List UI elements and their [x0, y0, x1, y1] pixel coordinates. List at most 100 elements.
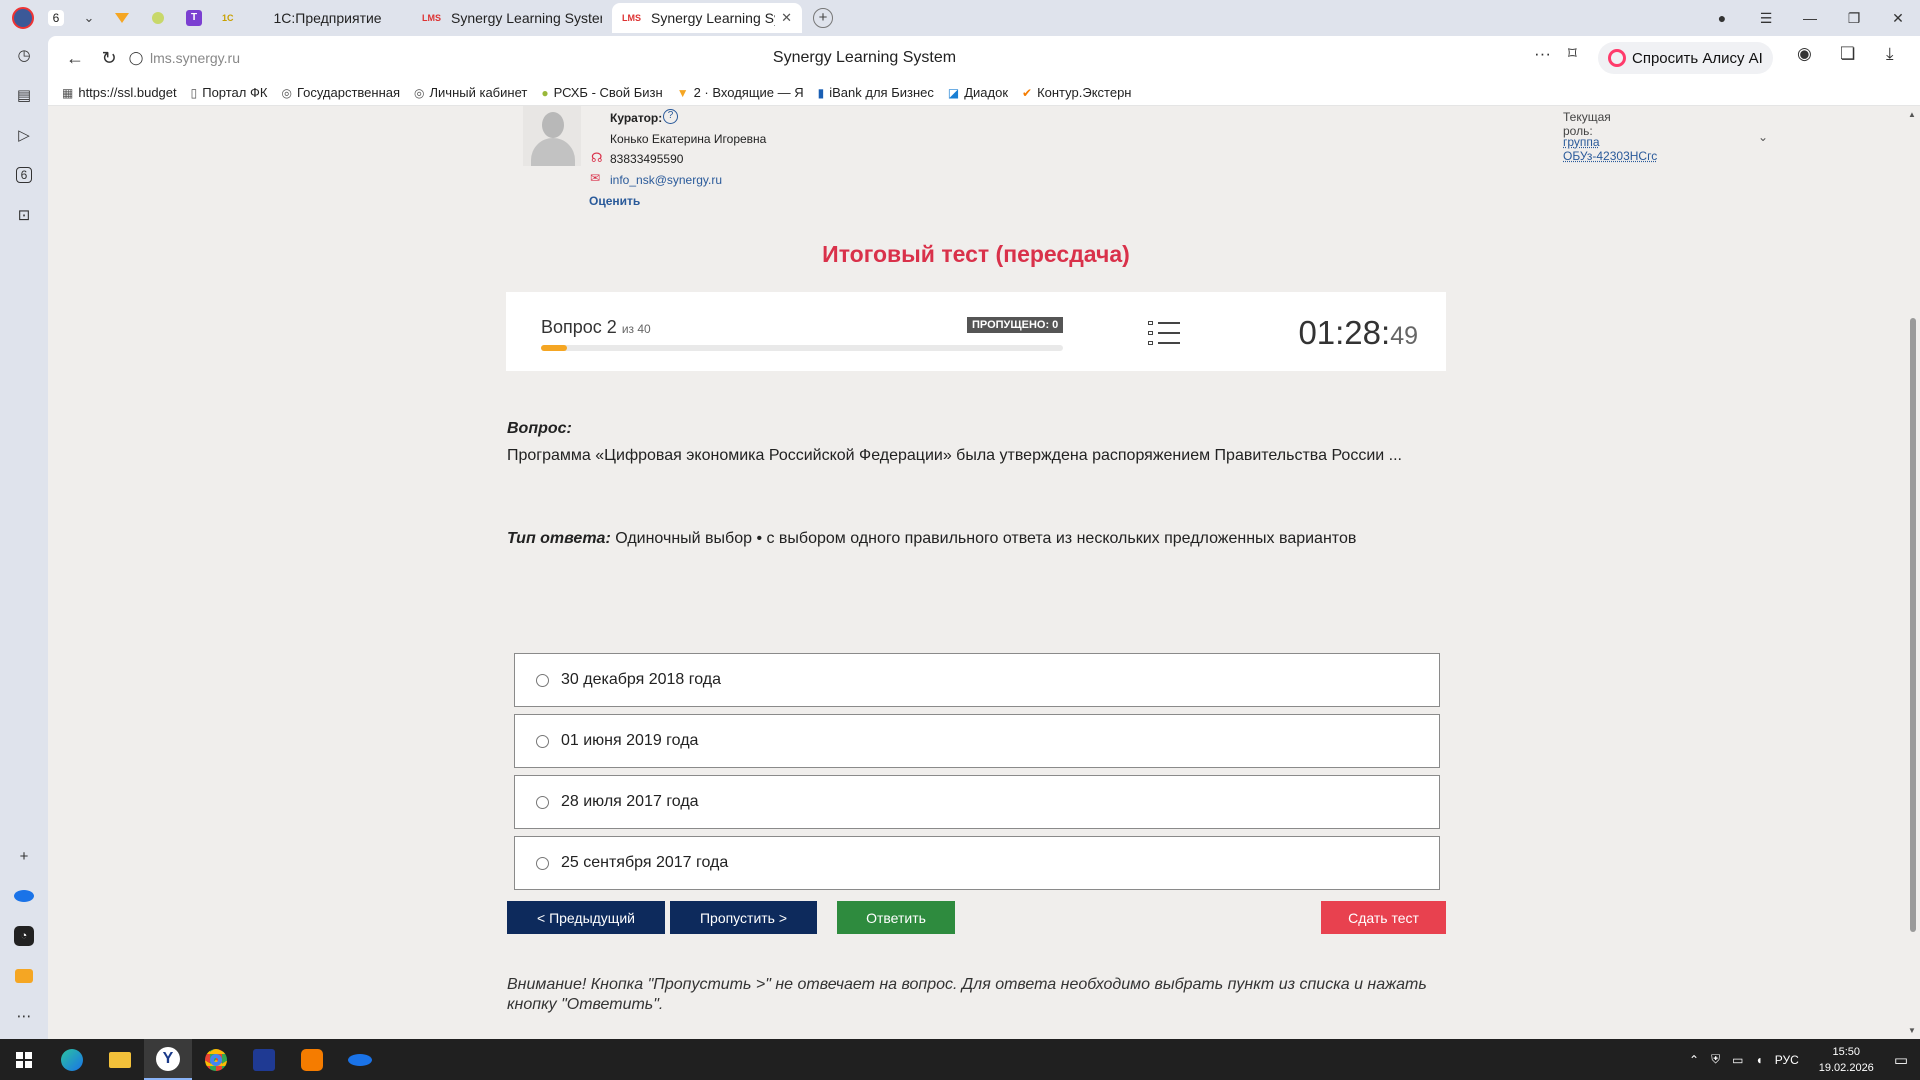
tabs-dropdown-icon[interactable]: ⌄ — [74, 3, 104, 33]
scroll-up-icon: ▲ — [1908, 110, 1916, 119]
curator-email-link[interactable]: info_nsk@synergy.ru — [610, 173, 722, 187]
bookmark-item[interactable]: ✔ Контур.Экстерн — [1022, 85, 1131, 100]
collections-icon[interactable]: ▤ — [9, 80, 39, 110]
window-controls: ● ☰ — ❐ ✕ — [1700, 0, 1920, 36]
curator-phone: 83833495590 — [610, 152, 684, 166]
new-tab-icon[interactable]: + — [808, 3, 838, 33]
close-window-icon[interactable]: ✕ — [1876, 10, 1920, 27]
mail-app-icon[interactable] — [9, 961, 39, 991]
skip-button[interactable]: Пропустить > — [670, 901, 817, 934]
pinned-tab-mail[interactable] — [104, 3, 140, 33]
rate-link[interactable]: Оценить — [589, 194, 640, 208]
collections-nav-icon[interactable]: ❏ — [1840, 44, 1855, 64]
ask-alice-button[interactable]: Спросить Алису AI — [1598, 42, 1773, 74]
phone-app-icon[interactable] — [240, 1039, 288, 1080]
radio-button[interactable] — [536, 856, 549, 870]
page-content: Куратор: ? Конько Екатерина Игоревна ☊ 8… — [48, 106, 1920, 1039]
page-title: Synergy Learning System — [772, 49, 957, 66]
checklist-app-icon[interactable] — [288, 1039, 336, 1080]
bookmark-item[interactable]: ● РСХБ - Свой Бизн — [541, 85, 662, 100]
screenshot-icon[interactable]: ⊡ — [9, 200, 39, 230]
progress-bar — [541, 345, 1063, 351]
system-tray: ⌃ ⛨ ▭ ◖ РУС 15:50 19.02.2026 ▭ — [1683, 1039, 1920, 1080]
help-icon[interactable]: ? — [663, 109, 678, 124]
bookmark-item[interactable]: ◎ Личный кабинет — [414, 85, 527, 100]
security-icon[interactable]: ⛨ — [1711, 1052, 1720, 1067]
windows-start-icon[interactable] — [0, 1039, 48, 1080]
chevron-down-icon[interactable]: ⌄ — [1758, 130, 1768, 144]
bookmark-item[interactable]: ◎ Государственная — [281, 85, 400, 100]
restore-icon[interactable]: ❐ — [1832, 10, 1876, 27]
globe-icon: ◎ — [414, 85, 425, 100]
minimize-icon[interactable]: — — [1788, 10, 1832, 26]
menu-icon[interactable]: ☰ — [1744, 10, 1788, 27]
taskbar: Y ⌃ ⛨ ▭ ◖ РУС 15:50 19.02.2026 ▭ — [0, 1039, 1920, 1080]
extension-icon[interactable]: ◉ — [1797, 44, 1812, 64]
rshb-icon: ● — [541, 85, 549, 100]
history-icon[interactable]: ◷ — [9, 40, 39, 70]
language-indicator[interactable]: РУС — [1775, 1053, 1799, 1067]
video-icon[interactable]: ▷ — [9, 120, 39, 150]
bookmark-item[interactable]: ▯ Портал ФК — [191, 85, 268, 100]
network-icon[interactable]: ▭ — [1732, 1053, 1743, 1067]
radio-button[interactable] — [536, 673, 549, 687]
answer-option[interactable]: 30 декабря 2018 года — [514, 653, 1440, 707]
app-icon-2[interactable]: ◔ — [9, 921, 39, 951]
question-list-icon[interactable] — [1148, 320, 1180, 346]
file-explorer-icon[interactable] — [96, 1039, 144, 1080]
bookmark-item[interactable]: ▼ 2 · Входящие — Я — [677, 85, 804, 100]
answer-button[interactable]: Ответить — [837, 901, 955, 934]
bookmarks-bar: ▦ https://ssl.budget ▯ Портал ФК ◎ Государс… — [48, 80, 1920, 106]
grid-icon: ▦ — [62, 85, 74, 100]
answer-option[interactable]: 28 июля 2017 года — [514, 775, 1440, 829]
radio-button[interactable] — [536, 734, 549, 748]
volume-icon[interactable]: ◖ — [1755, 1053, 1762, 1067]
scrollbar[interactable]: ▲ ▼ — [1906, 106, 1920, 1039]
role-select[interactable]: группа ОБУз-42303НСгс — [1563, 135, 1657, 163]
profile-icon[interactable]: ● — [1700, 10, 1744, 26]
app-icon-3[interactable] — [336, 1039, 384, 1080]
chrome-icon[interactable] — [192, 1039, 240, 1080]
edge-icon[interactable] — [48, 1039, 96, 1080]
tab-synergy-1[interactable]: LMS Synergy Learning System — [412, 3, 612, 33]
bookmark-item[interactable]: ◪ Диадок — [948, 85, 1008, 100]
scrollbar-thumb[interactable] — [1910, 318, 1916, 932]
scroll-down-icon: ▼ — [1908, 1026, 1916, 1035]
progress-fill — [541, 345, 568, 351]
counter-icon[interactable]: 6 — [9, 160, 39, 190]
close-tab-icon[interactable]: ✕ — [781, 10, 792, 26]
question-status-panel: Вопрос 2 из 40 ПРОПУЩЕНО: 0 01:28:49 — [506, 292, 1446, 371]
skipped-badge: ПРОПУЩЕНО: 0 — [967, 317, 1064, 333]
radio-button[interactable] — [536, 795, 549, 809]
tab-synergy-active[interactable]: LMSSynergy Learning Syste✕ — [612, 3, 802, 33]
answer-option[interactable]: 01 июня 2019 года — [514, 714, 1440, 768]
headset-icon: ☊ — [591, 150, 603, 165]
submit-test-button[interactable]: Сдать тест — [1321, 901, 1446, 934]
download-icon[interactable]: ⤓ — [1886, 44, 1894, 64]
tab-counter[interactable]: 6 — [38, 3, 74, 33]
answer-option[interactable]: 25 сентября 2017 года — [514, 836, 1440, 890]
add-panel-icon[interactable]: + — [9, 841, 39, 871]
pinned-tab-rshb[interactable] — [140, 3, 176, 33]
ibank-icon: ▮ — [817, 85, 825, 100]
app-icon-1[interactable] — [9, 881, 39, 911]
bookmark-item[interactable]: ▮ iBank для Бизнес — [818, 85, 934, 100]
clock[interactable]: 15:50 19.02.2026 — [1819, 1044, 1874, 1076]
more-icon[interactable]: ⋯ — [9, 1001, 39, 1031]
browser-logo-icon[interactable] — [8, 3, 38, 33]
bookmark-icon[interactable]: ⌑ — [1568, 44, 1577, 64]
bookmark-item[interactable]: ▦ https://ssl.budget — [62, 85, 177, 100]
curator-name: Конько Екатерина Игоревна — [610, 132, 767, 146]
notifications-icon[interactable]: ▭ — [1894, 1051, 1908, 1069]
browser-sidebar: ◷ ▤ ▷ 6 ⊡ + ◔ ⋯ — [0, 36, 48, 1039]
pinned-tab-t[interactable]: T — [176, 3, 212, 33]
mail-icon: ▼ — [676, 85, 689, 100]
previous-button[interactable]: < Предыдущий — [507, 901, 665, 934]
globe-icon: ◎ — [281, 85, 292, 100]
question-counter: Вопрос 2 из 40 — [541, 317, 651, 337]
tray-chevron-icon[interactable]: ⌃ — [1689, 1053, 1699, 1067]
yandex-browser-icon[interactable]: Y — [144, 1039, 192, 1080]
tab-1c[interactable]: 1С 1С:Предприятие — [212, 3, 412, 33]
more-options-icon[interactable]: ··· — [1534, 44, 1551, 64]
alice-icon — [1608, 49, 1626, 67]
